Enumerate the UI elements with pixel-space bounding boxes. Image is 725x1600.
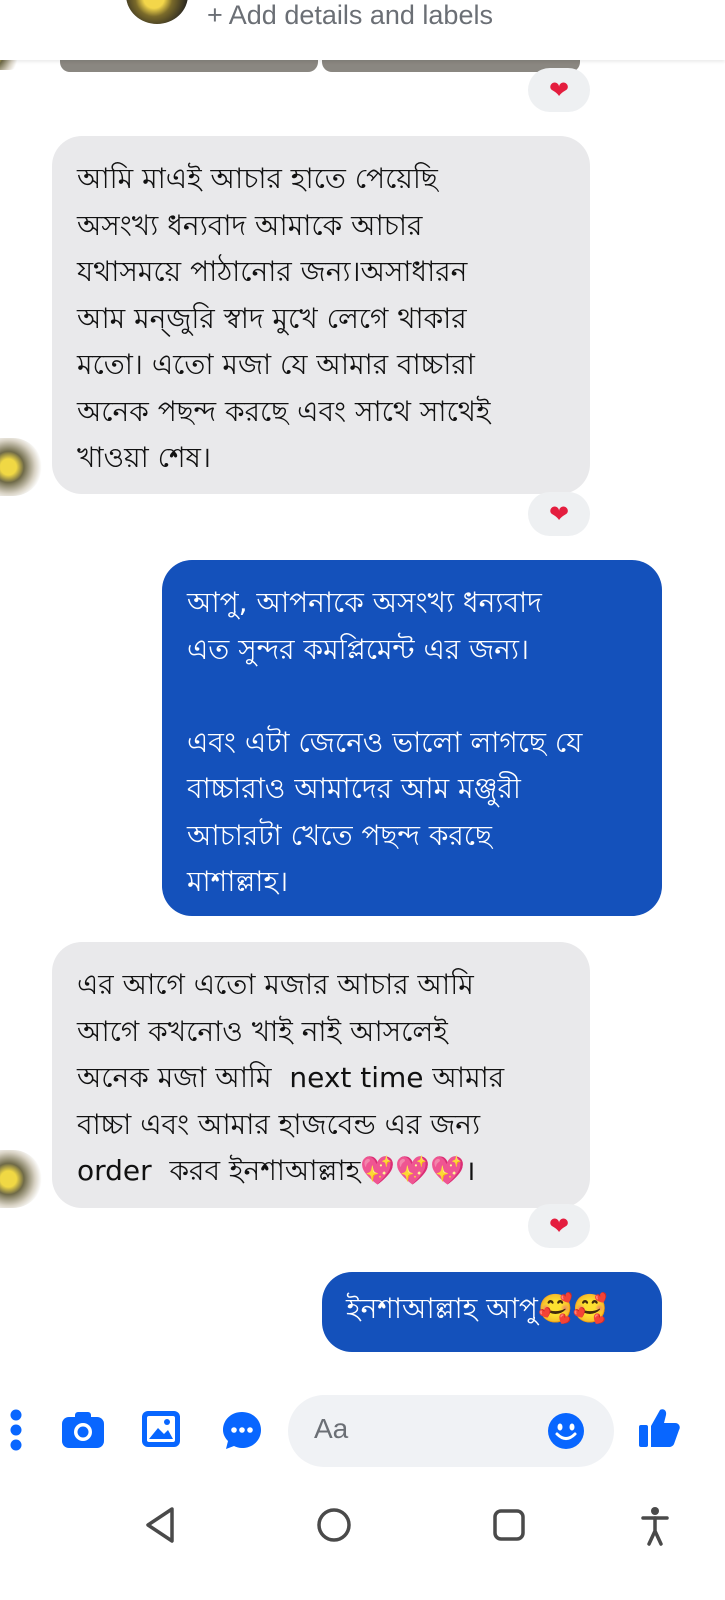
outgoing-message-bubble[interactable]: ইনশাআল্লাহ আপু🥰🥰 [322, 1272, 662, 1352]
message-composer: Aa [0, 1385, 725, 1475]
message-input[interactable]: Aa [288, 1395, 614, 1467]
heart-reaction[interactable]: ❤ [528, 68, 590, 112]
more-options-icon[interactable] [4, 1407, 28, 1453]
back-icon[interactable] [143, 1506, 177, 1544]
incoming-message-bubble[interactable]: এর আগে এতো মজার আচার আমি আগে কখনোও খাই ন… [52, 942, 590, 1208]
sender-avatar[interactable] [0, 438, 42, 496]
chat-bubble-icon[interactable] [220, 1409, 264, 1453]
thumbs-up-icon[interactable] [636, 1405, 682, 1451]
camera-icon[interactable] [60, 1410, 106, 1450]
gallery-icon[interactable] [140, 1409, 182, 1449]
home-icon[interactable] [315, 1506, 353, 1544]
recent-apps-icon[interactable] [491, 1507, 527, 1543]
contact-avatar[interactable] [124, 0, 190, 26]
accessibility-icon[interactable] [640, 1505, 670, 1547]
emoji-icon[interactable] [546, 1411, 586, 1451]
input-placeholder: Aa [314, 1413, 349, 1444]
add-details-link[interactable]: + Add details and labels [207, 0, 493, 31]
conversation-header: + Add details and labels [0, 0, 725, 60]
heart-reaction[interactable]: ❤ [528, 492, 590, 536]
incoming-message-bubble[interactable]: আমি মাএই আচার হাতে পেয়েছি অসংখ্য ধন্যবা… [52, 136, 590, 494]
sender-avatar[interactable] [0, 1150, 42, 1208]
system-navigation-bar [0, 1500, 725, 1600]
heart-reaction[interactable]: ❤ [528, 1204, 590, 1248]
outgoing-message-bubble[interactable]: আপু, আপনাকে অসংখ্য ধন্যবাদ এত সুন্দর কমপ… [162, 560, 662, 916]
